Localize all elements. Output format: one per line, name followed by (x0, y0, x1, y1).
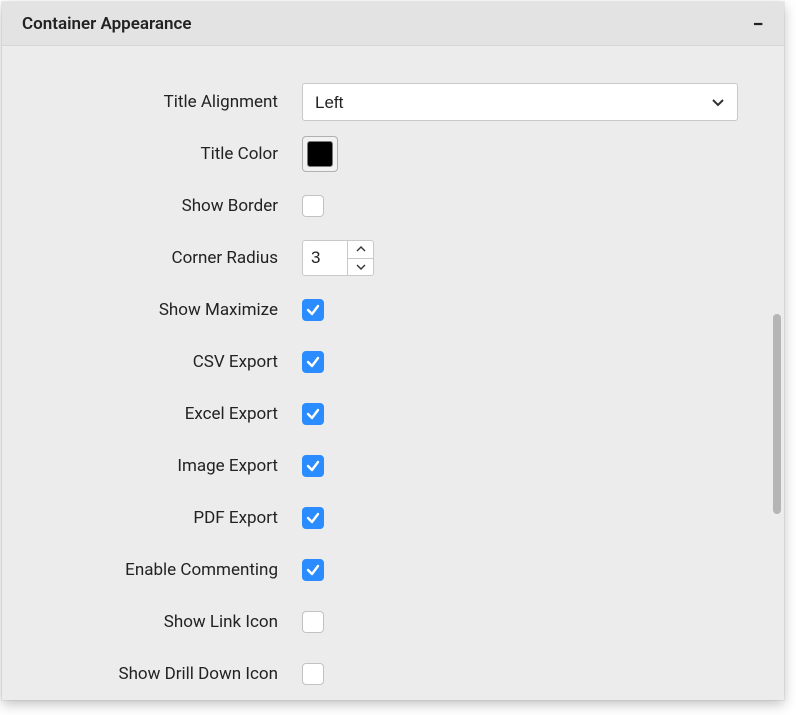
control-pdf-export (302, 507, 324, 529)
label-title-color: Title Color (2, 144, 302, 164)
stepper-arrows (347, 241, 373, 275)
panel-title: Container Appearance (22, 14, 192, 34)
label-show-drill-down-icon: Show Drill Down Icon (2, 664, 302, 684)
collapse-button[interactable]: − (748, 14, 768, 34)
show-maximize-checkbox[interactable] (302, 299, 324, 321)
minus-icon: − (752, 12, 763, 36)
control-show-link-icon (302, 611, 324, 633)
row-enable-commenting: Enable Commenting (2, 544, 784, 596)
control-enable-commenting (302, 559, 324, 581)
row-show-maximize: Show Maximize (2, 284, 784, 336)
control-title-color (302, 136, 338, 172)
row-show-drill-down-icon: Show Drill Down Icon (2, 648, 784, 700)
show-border-checkbox[interactable] (302, 195, 324, 217)
stepper-down-button[interactable] (348, 259, 373, 276)
label-title-alignment: Title Alignment (2, 92, 302, 112)
control-csv-export (302, 351, 324, 373)
label-show-border: Show Border (2, 196, 302, 216)
scrollbar-thumb[interactable] (773, 314, 781, 514)
control-show-drill-down-icon (302, 663, 324, 685)
title-color-picker[interactable] (302, 136, 338, 172)
excel-export-checkbox[interactable] (302, 403, 324, 425)
control-excel-export (302, 403, 324, 425)
chevron-down-icon (356, 264, 366, 270)
image-export-checkbox[interactable] (302, 455, 324, 477)
control-corner-radius (302, 240, 374, 276)
title-alignment-select-wrap: Left (302, 83, 738, 121)
row-title-color: Title Color (2, 128, 784, 180)
label-enable-commenting: Enable Commenting (2, 560, 302, 580)
row-show-border: Show Border (2, 180, 784, 232)
control-image-export (302, 455, 324, 477)
control-title-alignment: Left (302, 83, 738, 121)
label-pdf-export: PDF Export (2, 508, 302, 528)
label-image-export: Image Export (2, 456, 302, 476)
label-show-link-icon: Show Link Icon (2, 612, 302, 632)
label-show-maximize: Show Maximize (2, 300, 302, 320)
row-excel-export: Excel Export (2, 388, 784, 440)
row-show-link-icon: Show Link Icon (2, 596, 784, 648)
row-image-export: Image Export (2, 440, 784, 492)
panel-header: Container Appearance − (2, 2, 784, 46)
panel-body: Title Alignment Left Title Color (2, 46, 784, 700)
form-rows: Title Alignment Left Title Color (2, 46, 784, 700)
show-link-icon-checkbox[interactable] (302, 611, 324, 633)
label-corner-radius: Corner Radius (2, 248, 302, 268)
corner-radius-stepper (302, 240, 374, 276)
stepper-up-button[interactable] (348, 241, 373, 259)
row-csv-export: CSV Export (2, 336, 784, 388)
label-csv-export: CSV Export (2, 352, 302, 372)
row-corner-radius: Corner Radius (2, 232, 784, 284)
show-drill-down-icon-checkbox[interactable] (302, 663, 324, 685)
corner-radius-input[interactable] (303, 241, 347, 275)
csv-export-checkbox[interactable] (302, 351, 324, 373)
label-excel-export: Excel Export (2, 404, 302, 424)
color-swatch-inner (307, 141, 333, 167)
control-show-border (302, 195, 324, 217)
pdf-export-checkbox[interactable] (302, 507, 324, 529)
chevron-up-icon (356, 246, 366, 252)
row-title-alignment: Title Alignment Left (2, 76, 784, 128)
control-show-maximize (302, 299, 324, 321)
row-pdf-export: PDF Export (2, 492, 784, 544)
container-appearance-panel: Container Appearance − Title Alignment L… (2, 2, 784, 700)
title-alignment-select[interactable]: Left (302, 83, 738, 121)
enable-commenting-checkbox[interactable] (302, 559, 324, 581)
